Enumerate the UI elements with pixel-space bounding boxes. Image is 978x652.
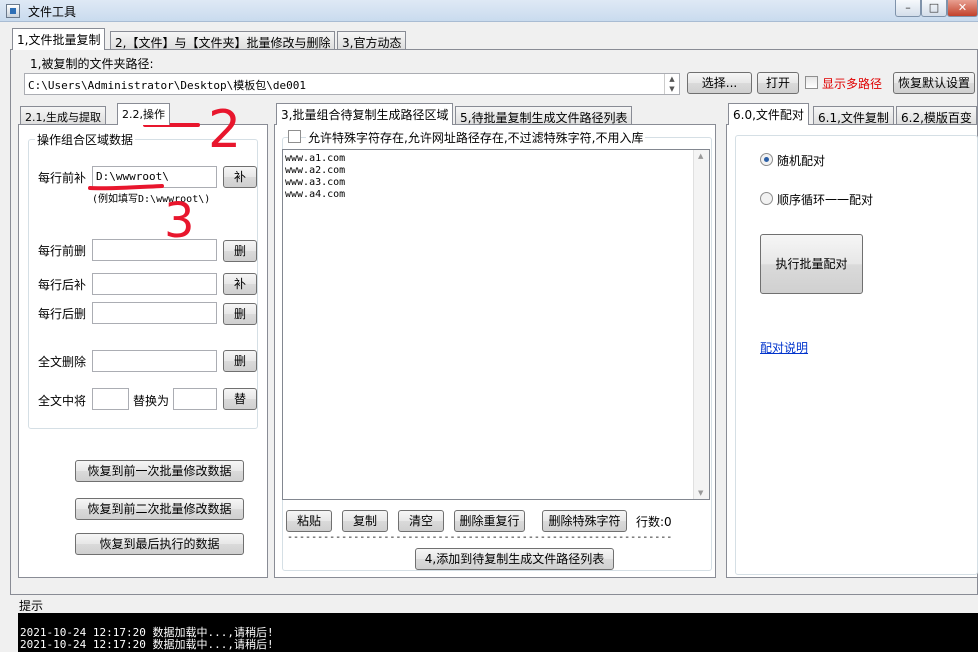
scroll-up-icon[interactable]: ▲ [698,152,703,160]
suffix-del-button[interactable]: 删 [223,303,257,325]
log-console: 2021-10-24 12:17:20 数据加载中...,请稍后! 2021-1… [18,613,978,652]
close-button[interactable]: ✕ [947,0,978,17]
allow-special-checkbox[interactable] [288,130,301,143]
path-line: www.a2.com [285,165,346,176]
source-path-label: 1,被复制的文件夹路径: [30,57,154,71]
multi-path-checkbox[interactable] [805,76,818,89]
replace-with-label: 替换为 [133,394,170,408]
random-pairing-radio[interactable] [760,153,773,166]
line-count: 行数:0 [636,515,672,529]
tab-operations[interactable]: 2.2,操作 [117,103,170,125]
restore-last-executed-button[interactable]: 恢复到最后执行的数据 [75,533,244,555]
paste-button[interactable]: 粘贴 [286,510,332,532]
path-scroll-icon[interactable]: ▲ ▼ [664,74,679,94]
clear-button[interactable]: 清空 [398,510,444,532]
execute-pairing-button[interactable]: 执行批量配对 [760,234,863,294]
path-line: www.a1.com [285,153,346,164]
path-line: www.a4.com [285,189,346,200]
minimize-button[interactable]: – [895,0,921,17]
tab-batch-modify[interactable]: 2,【文件】与【文件夹】批量修改与删除 [110,31,336,50]
window-title: 文件工具 [28,5,77,19]
replace-label: 全文中将 [38,394,87,408]
tab-template-variety[interactable]: 6.2,模版百变 [896,106,977,125]
textarea-scrollbar[interactable]: ▲ ▼ [693,150,709,499]
app-icon [6,4,20,18]
restore-second-previous-button[interactable]: 恢复到前二次批量修改数据 [75,498,244,520]
path-line: www.a3.com [285,177,346,188]
restore-previous-button[interactable]: 恢复到前一次批量修改数据 [75,460,244,482]
source-path-input[interactable]: C:\Users\Administrator\Desktop\模板包\de001 [24,73,680,95]
tab-batch-copy[interactable]: 1,文件批量复制 [12,28,106,50]
suffix-del-input[interactable] [92,302,217,324]
allow-special-label: 允许特殊字符存在,允许网址路径存在,不过滤特殊字符,不用入库 [306,129,646,146]
log-label: 提示 [19,599,44,613]
multi-path-label: 显示多路径 [822,77,883,91]
suffix-add-label: 每行后补 [38,278,87,292]
divider-dashes: ----------------------------------------… [287,532,673,543]
suffix-del-label: 每行后删 [38,307,87,321]
sequential-pairing-radio[interactable] [760,192,773,205]
log-line: 2021-10-24 12:17:20 数据加载中...,请稍后! [20,638,274,651]
browse-button[interactable]: 选择... [687,72,752,94]
replace-button[interactable]: 替 [223,388,257,410]
replace-to-input[interactable] [173,388,217,410]
pairing-help-link[interactable]: 配对说明 [760,339,808,356]
dedupe-button[interactable]: 删除重复行 [454,510,525,532]
all-del-label: 全文删除 [38,355,87,369]
scroll-down-icon[interactable]: ▼ [698,489,703,497]
replace-from-input[interactable] [92,388,129,410]
annotation-two: 2 [208,100,241,160]
paths-textarea[interactable]: www.a1.com www.a2.com www.a3.com www.a4.… [282,149,710,500]
tab-combine-area[interactable]: 3,批量组合待复制生成路径区域 [276,103,454,125]
all-del-button[interactable]: 删 [223,350,257,372]
tab-file-copy[interactable]: 6.1,文件复制 [813,106,894,125]
suffix-add-input[interactable] [92,273,217,295]
restore-defaults-button[interactable]: 恢复默认设置 [893,72,975,94]
suffix-add-button[interactable]: 补 [223,273,257,295]
all-del-input[interactable] [92,350,217,372]
title-bar: 文件工具 – □ ✕ [0,0,978,22]
add-to-list-button[interactable]: 4,添加到待复制生成文件路径列表 [415,548,614,570]
tab-official-news[interactable]: 3,官方动态 [337,31,407,50]
copy-button[interactable]: 复制 [342,510,388,532]
tab-path-list[interactable]: 5,待批量复制生成文件路径列表 [455,106,633,125]
maximize-button[interactable]: □ [921,0,947,17]
strip-special-button[interactable]: 删除特殊字符 [542,510,627,532]
annotation-three: 3 [164,193,195,245]
red-annotation-marks: 2 3 [88,100,241,245]
tab-file-pairing[interactable]: 6.0,文件配对 [728,103,809,125]
random-pairing-label: 随机配对 [777,154,826,168]
sequential-pairing-label: 顺序循环一一配对 [777,193,874,207]
open-button[interactable]: 打开 [757,72,799,94]
